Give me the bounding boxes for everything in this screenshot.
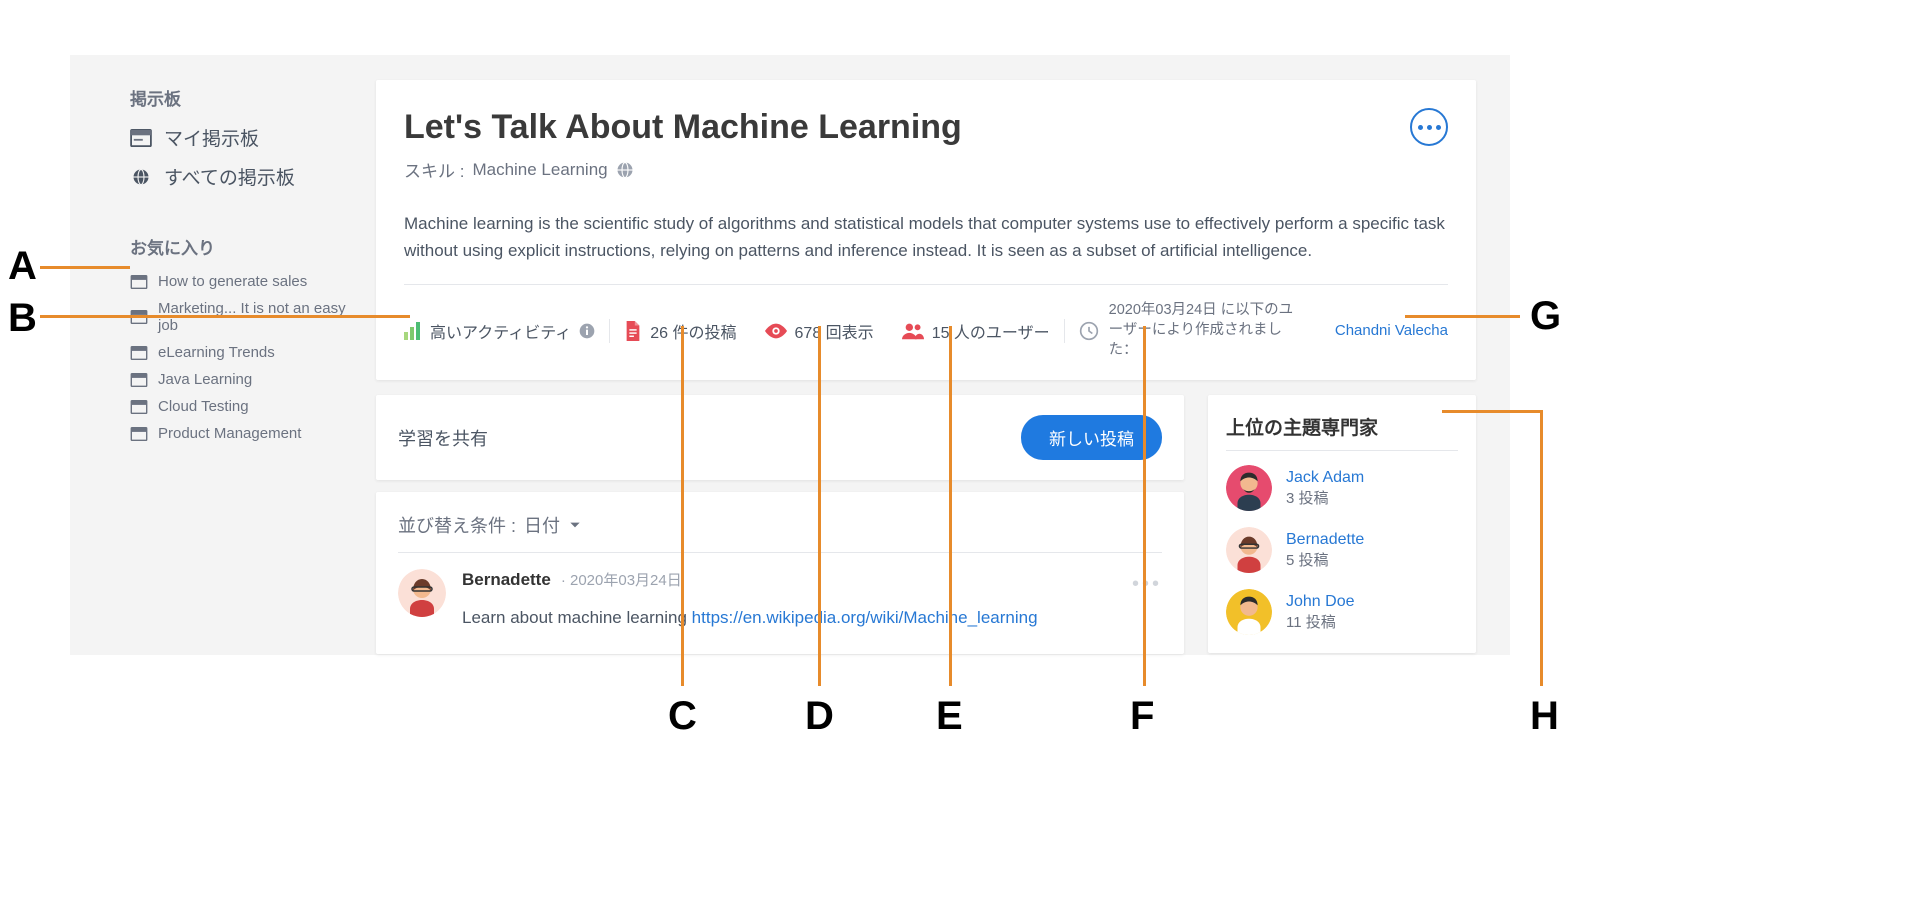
board-icon — [130, 427, 148, 441]
sidebar-item-label: eLearning Trends — [158, 344, 275, 361]
info-icon[interactable] — [579, 323, 595, 339]
board-icon — [130, 129, 152, 147]
board-skill-row: スキル : Machine Learning — [404, 157, 1448, 182]
board-header-card: Let's Talk About Machine Learning スキル : … — [376, 80, 1476, 380]
board-icon — [130, 373, 148, 387]
post-author[interactable]: Bernadette — [462, 570, 551, 590]
activity-level-label: 高いアクティビティ — [430, 319, 571, 343]
board-description: Machine learning is the scientific study… — [404, 210, 1448, 285]
sidebar-item-label: Product Management — [158, 425, 301, 442]
expert-name-link[interactable]: John Doe — [1286, 592, 1355, 611]
annotation-letter-c: C — [668, 694, 697, 739]
skill-label: スキル : — [404, 157, 464, 182]
activity-level: 高いアクティビティ — [404, 319, 609, 343]
sort-prefix: 並び替え条件 : — [398, 512, 516, 538]
experts-title: 上位の主題専門家 — [1226, 413, 1458, 451]
posts-stat: 26 件の投稿 — [610, 319, 750, 343]
annotation-letter-a: A — [8, 244, 37, 289]
expert-name-link[interactable]: Jack Adam — [1286, 468, 1364, 487]
avatar-jack — [1226, 465, 1272, 511]
sidebar-item-label: How to generate sales — [158, 273, 307, 290]
sidebar-item-label: Cloud Testing — [158, 398, 249, 415]
expert-posts: 3 投稿 — [1286, 487, 1364, 508]
sidebar-heading-boards: 掲示板 — [130, 85, 350, 110]
sidebar-fav-item[interactable]: Cloud Testing — [130, 398, 350, 415]
eye-icon — [765, 323, 787, 339]
sidebar-fav-item[interactable]: Product Management — [130, 425, 350, 442]
annotation-letter-b: B — [8, 296, 37, 341]
expert-item: Bernadette 5 投稿 — [1226, 527, 1458, 573]
clock-icon — [1079, 321, 1099, 341]
globe-icon — [130, 168, 152, 186]
skill-name: Machine Learning — [472, 160, 607, 180]
post-link[interactable]: https://en.wikipedia.org/wiki/Machine_le… — [692, 608, 1038, 627]
sidebar-fav-item[interactable]: eLearning Trends — [130, 344, 350, 361]
board-icon — [130, 346, 148, 360]
sidebar-item-all-boards[interactable]: すべての掲示板 — [130, 163, 350, 190]
users-stat-label: 15 人のユーザー — [932, 319, 1050, 343]
expert-posts: 11 投稿 — [1286, 611, 1355, 632]
share-card: 学習を共有 新しい投稿 — [376, 395, 1184, 480]
annotation-letter-e: E — [936, 694, 963, 739]
sidebar-item-label: すべての掲示板 — [164, 163, 295, 190]
post-item: Bernadette · 2020年03月24日 Learn about mac… — [398, 569, 1162, 628]
more-dots-icon — [1418, 125, 1423, 130]
sidebar-item-my-boards[interactable]: マイ掲示板 — [130, 124, 350, 151]
sidebar: 掲示板 マイ掲示板 すべての掲示板 お気に入り How to generate … — [130, 85, 350, 452]
globe-icon — [616, 161, 634, 179]
new-post-button[interactable]: 新しい投稿 — [1021, 415, 1162, 460]
post-date: · 2020年03月24日 — [561, 569, 682, 590]
sidebar-fav-item[interactable]: How to generate sales — [130, 273, 350, 290]
board-more-button[interactable] — [1410, 108, 1448, 146]
feed-card: 並び替え条件 : 日付 Bernadette · 2020年03月24日 Lea… — [376, 492, 1184, 654]
avatar-bernadette — [1226, 527, 1272, 573]
board-icon — [130, 310, 148, 324]
sidebar-heading-favorites: お気に入り — [130, 234, 350, 259]
sidebar-item-label: Marketing... It is not an easy job — [158, 300, 350, 334]
creator-link[interactable]: Chandni Valecha — [1335, 322, 1448, 339]
board-title: Let's Talk About Machine Learning — [404, 108, 962, 147]
sidebar-item-label: マイ掲示板 — [164, 124, 259, 151]
expert-item: John Doe 11 投稿 — [1226, 589, 1458, 635]
post-content: Learn about machine learning https://en.… — [462, 608, 1116, 628]
activity-bars-icon — [404, 322, 422, 340]
annotation-letter-g: G — [1530, 294, 1561, 339]
sidebar-fav-item[interactable]: Java Learning — [130, 371, 350, 388]
avatar-john — [1226, 589, 1272, 635]
document-icon — [624, 321, 642, 341]
sort-dropdown[interactable]: 並び替え条件 : 日付 — [398, 512, 1162, 553]
created-text: 2020年03月24日 に以下のユーザーにより作成されました： — [1109, 301, 1299, 360]
created-by: 2020年03月24日 に以下のユーザーにより作成されました： Chandni … — [1065, 301, 1448, 360]
annotation-letter-d: D — [805, 694, 834, 739]
users-icon — [902, 322, 924, 340]
post-more-button[interactable]: ••• — [1132, 573, 1162, 596]
experts-card: 上位の主題専門家 Jack Adam 3 投稿 Bernadette 5 投稿 — [1208, 395, 1476, 653]
views-stat: 678 回表示 — [751, 319, 888, 343]
posts-stat-label: 26 件の投稿 — [650, 319, 736, 343]
share-label: 学習を共有 — [398, 425, 488, 451]
users-stat: 15 人のユーザー — [888, 319, 1064, 343]
views-stat-label: 678 回表示 — [795, 319, 874, 343]
chevron-down-icon — [568, 518, 582, 532]
board-icon — [130, 400, 148, 414]
sidebar-fav-item[interactable]: Marketing... It is not an easy job — [130, 300, 350, 334]
expert-posts: 5 投稿 — [1286, 549, 1364, 570]
board-icon — [130, 275, 148, 289]
expert-name-link[interactable]: Bernadette — [1286, 530, 1364, 549]
sidebar-item-label: Java Learning — [158, 371, 252, 388]
avatar-bernadette — [398, 569, 446, 617]
expert-item: Jack Adam 3 投稿 — [1226, 465, 1458, 511]
sort-value: 日付 — [524, 512, 560, 538]
board-stats-row: 高いアクティビティ 26 件の投稿 678 回表示 15 人のユーザー 2020… — [404, 301, 1448, 360]
annotation-letter-h: H — [1530, 694, 1559, 739]
annotation-letter-f: F — [1130, 694, 1154, 739]
